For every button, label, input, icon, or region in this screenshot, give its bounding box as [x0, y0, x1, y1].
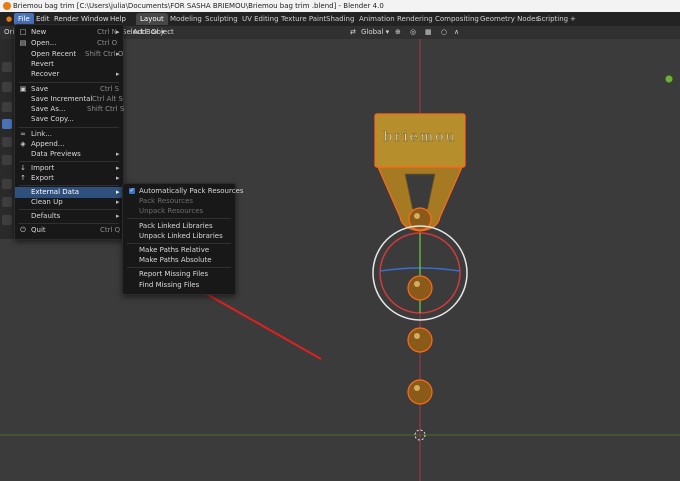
- tab-shading[interactable]: Shading: [322, 13, 358, 25]
- object-text: briemou: [383, 129, 456, 145]
- power-icon: ⏻: [20, 226, 26, 234]
- append-icon: ◈: [20, 140, 26, 148]
- tab-uv-editing[interactable]: UV Editing: [238, 13, 283, 25]
- blender-logo-icon: [3, 2, 11, 10]
- menu-item-paths-absolute[interactable]: Make Paths Absolute: [123, 255, 235, 266]
- menu-separator: [19, 161, 119, 162]
- snap-icon[interactable]: ◎: [410, 27, 416, 38]
- menu-separator: [19, 82, 119, 83]
- snap-target-icon[interactable]: ▦: [425, 27, 432, 38]
- tool-select-icon[interactable]: [2, 62, 12, 72]
- menu-item-clean-up[interactable]: Clean Up ▸: [15, 197, 123, 208]
- menu-separator: [19, 209, 119, 210]
- object-menu[interactable]: Object: [151, 27, 174, 38]
- tool-annotate-icon[interactable]: [2, 179, 12, 189]
- menu-item-find-missing[interactable]: Find Missing Files: [123, 280, 235, 291]
- menu-item-export[interactable]: ↑ Export ▸: [15, 173, 123, 184]
- menu-item-save-copy[interactable]: Save Copy...: [15, 114, 123, 125]
- menu-item-new[interactable]: □ New Ctrl N ▸: [15, 27, 123, 38]
- tool-move-icon[interactable]: [2, 102, 12, 112]
- transform-orientation-icon[interactable]: ⇄: [350, 27, 356, 38]
- menu-separator: [127, 243, 231, 244]
- menu-separator: [127, 267, 231, 268]
- window-title: Briemou bag trim [C:\Users\julia\Documen…: [13, 2, 384, 10]
- folder-icon: ▤: [19, 39, 27, 47]
- falloff-icon[interactable]: ∧: [454, 27, 459, 38]
- add-menu[interactable]: Add: [133, 27, 147, 38]
- menu-item-data-previews[interactable]: Data Previews ▸: [15, 149, 123, 160]
- menu-separator: [19, 185, 119, 186]
- bead-3: [407, 327, 433, 353]
- bead-2: [407, 275, 433, 301]
- menu-item-unpack-resources: Unpack Resources: [139, 207, 204, 215]
- link-icon: ∞: [20, 130, 26, 138]
- tool-measure-icon[interactable]: [2, 197, 12, 207]
- tool-transform-icon[interactable]: [2, 155, 12, 165]
- file-menu: □ New Ctrl N ▸ ▤ Open... Ctrl O Open Rec…: [14, 24, 124, 240]
- proportional-edit-icon[interactable]: ○: [441, 27, 447, 38]
- tool-cursor-icon[interactable]: [2, 82, 12, 92]
- menu-item-unpack-linked[interactable]: Unpack Linked Libraries: [123, 231, 235, 242]
- menu-separator: [19, 127, 119, 128]
- orientation-dropdown[interactable]: Global ▾: [361, 27, 389, 38]
- window-titlebar: Briemou bag trim [C:\Users\julia\Documen…: [0, 0, 680, 12]
- tab-modeling[interactable]: Modeling: [166, 13, 206, 25]
- tool-scale-icon[interactable]: [2, 137, 12, 147]
- menu-item-report-missing[interactable]: Report Missing Files: [123, 269, 235, 280]
- export-icon: ↑: [20, 174, 26, 182]
- menu-item-recover[interactable]: Recover ▸: [15, 69, 123, 80]
- bead-4: [407, 379, 433, 405]
- tab-sculpting[interactable]: Sculpting: [201, 13, 242, 25]
- checkbox-checked-icon[interactable]: ✓: [129, 188, 135, 194]
- save-icon: ▣: [19, 85, 27, 93]
- gizmo-icon: [664, 74, 674, 84]
- pivot-icon[interactable]: ⊕: [395, 27, 401, 38]
- new-file-icon: □: [19, 28, 27, 36]
- import-icon: ↓: [20, 164, 26, 172]
- tool-rotate-icon[interactable]: [2, 119, 12, 129]
- plus-icon[interactable]: +: [566, 13, 580, 25]
- annotation-arrow: [195, 287, 322, 360]
- menu-separator: [19, 223, 119, 224]
- external-data-submenu: ✓ Automatically Pack Resources Pack Reso…: [122, 183, 244, 295]
- tool-shelf: [0, 39, 14, 239]
- tab-layout[interactable]: Layout: [136, 13, 168, 25]
- menu-item-open[interactable]: ▤ Open... Ctrl O: [15, 38, 123, 49]
- menu-item-quit[interactable]: ⏻ Quit Ctrl Q: [15, 225, 123, 236]
- tool-add-icon[interactable]: [2, 215, 12, 225]
- menu-separator: [127, 218, 231, 219]
- menu-item-defaults[interactable]: Defaults ▸: [15, 211, 123, 222]
